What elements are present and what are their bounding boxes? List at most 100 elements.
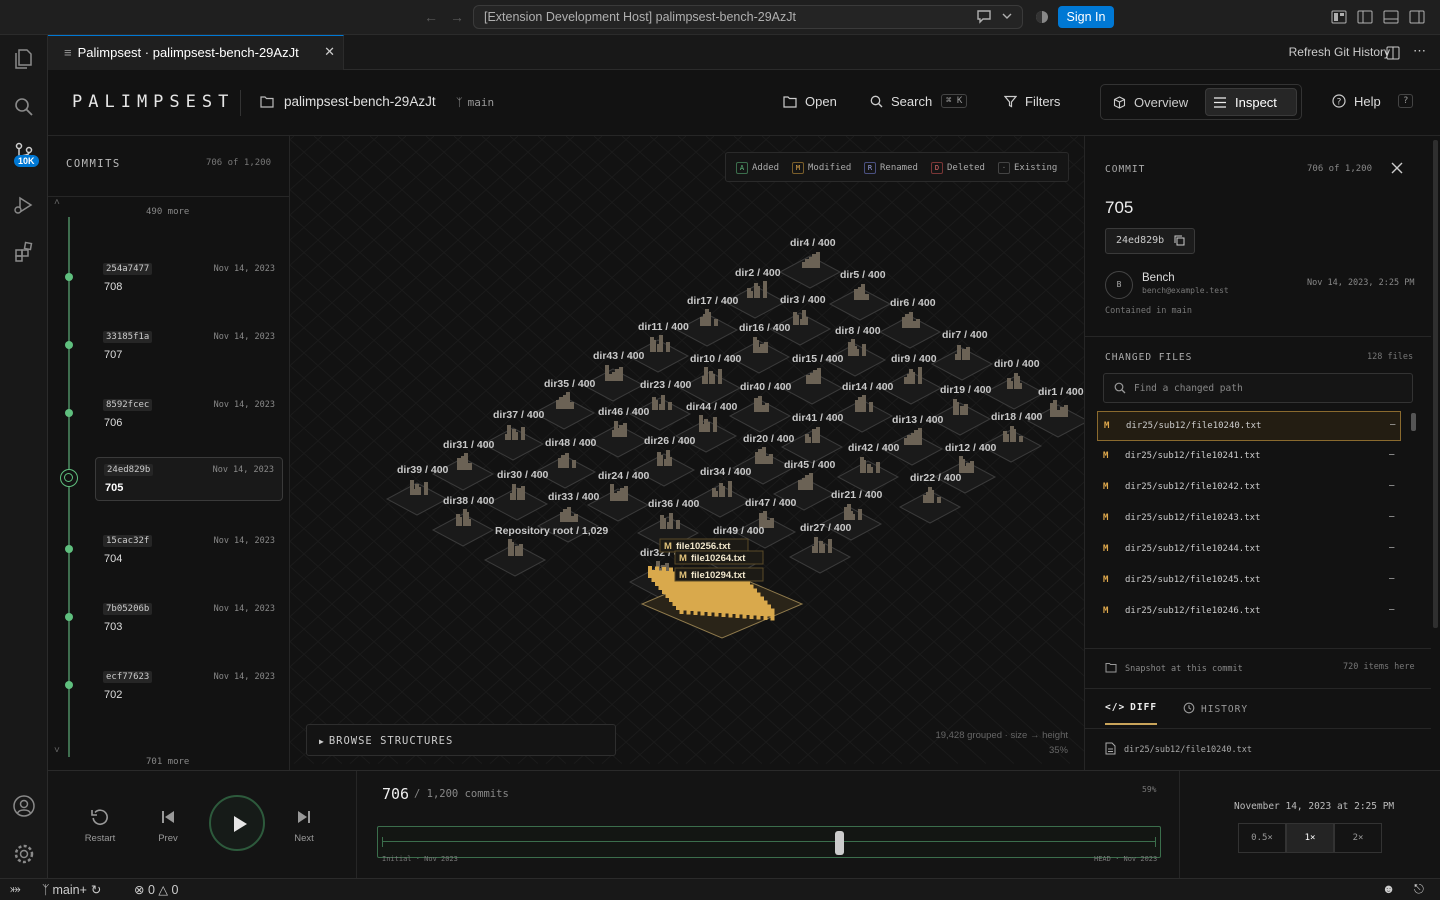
layout-panel-icon[interactable]	[1331, 10, 1347, 24]
changed-file-row-selected[interactable]: Mdir25/sub12/file10240.txt —	[1097, 411, 1401, 441]
timeline-handle[interactable]	[834, 831, 844, 855]
commit-row[interactable]: 254a7477 Nov 14, 2023 708	[95, 257, 283, 301]
explorer-icon[interactable]	[12, 47, 36, 71]
tab-diff-label: DIFF	[1130, 702, 1158, 713]
commit-row[interactable]: 33185f1a Nov 14, 2023 707	[95, 325, 283, 369]
browse-structures-button[interactable]: ▶ BROWSE STRUCTURES	[306, 724, 616, 756]
extensions-icon[interactable]	[12, 240, 36, 264]
changed-file-row[interactable]: Mdir25/sub12/file10242.txt —	[1097, 473, 1401, 503]
play-button[interactable]	[209, 795, 265, 851]
tab-palimpsest[interactable]: ≡ Palimpsest · palimpsest-bench-29AzJt ✕	[48, 35, 344, 70]
filters-button[interactable]: Filters	[1004, 94, 1060, 109]
file-column	[828, 539, 832, 553]
changed-path-search[interactable]: Find a changed path	[1103, 373, 1413, 403]
file-delta: —	[1389, 543, 1395, 553]
inspector-count: 706 of 1,200	[1307, 164, 1373, 174]
chevron-down-icon[interactable]	[1001, 8, 1013, 24]
changed-file-row[interactable]: Mdir25/sub12/file10245.txt —	[1097, 566, 1401, 596]
modified-file-column	[735, 606, 740, 618]
legend-modified: M Modified	[792, 162, 851, 174]
split-editor-icon[interactable]	[1386, 46, 1400, 60]
gear-icon[interactable]	[12, 842, 36, 866]
speed-2x[interactable]: 2×	[1334, 823, 1382, 853]
file-column	[574, 514, 578, 522]
changed-file-row[interactable]: Mdir25/sub12/file10246.txt —	[1097, 597, 1401, 627]
file-tag-name: file10264.txt	[691, 553, 746, 564]
more-actions-icon[interactable]: ⋯	[1413, 43, 1426, 59]
bell-icon[interactable]: ⎋	[1414, 882, 1424, 897]
file-column	[964, 404, 968, 415]
back-arrow-icon[interactable]: ←	[424, 9, 438, 25]
commit-row[interactable]: ecf77623 Nov 14, 2023 702	[95, 665, 283, 709]
commit-row-selected[interactable]: 24ed829b Nov 14, 2023 705	[95, 457, 283, 501]
file-column	[970, 461, 974, 473]
skip-back-icon	[162, 811, 174, 823]
commit-hash-chip[interactable]: 24ed829b	[1105, 228, 1195, 254]
file-column	[953, 399, 957, 415]
commit-date: Nov 14, 2023	[213, 672, 275, 682]
repo-name: palimpsest-bench-29AzJt	[284, 94, 436, 109]
extension-icon[interactable]	[1034, 9, 1050, 25]
forward-arrow-icon[interactable]: →	[450, 9, 464, 25]
legend-modified-label: Modified	[808, 163, 852, 173]
copilot-icon[interactable]	[975, 8, 993, 24]
structure-canvas[interactable]: dir4 / 400 dir2 / 400 dir5 / 400 dir17 / 40…	[290, 136, 1084, 770]
inspector-scrollbar[interactable]	[1433, 140, 1438, 628]
timeline-scrubber[interactable]	[377, 826, 1161, 858]
changed-file-row[interactable]: Mdir25/sub12/file10244.txt —	[1097, 535, 1401, 565]
palimpsest-webview: PALIMPSEST palimpsest-bench-29AzJt ᛉ main…	[48, 70, 1440, 879]
file-column	[719, 483, 723, 497]
file-column	[510, 493, 514, 500]
changed-file-row[interactable]: Mdir25/sub12/file10241.txt —	[1097, 442, 1401, 472]
problems-status[interactable]: ⊗ 0 △ 0	[134, 882, 178, 897]
chevron-down-icon[interactable]: ˅	[54, 745, 60, 756]
repo-selector[interactable]: palimpsest-bench-29AzJt	[260, 94, 436, 109]
file-column	[914, 430, 918, 445]
prev-button[interactable]: Prev	[143, 807, 193, 844]
close-icon[interactable]	[1391, 162, 1403, 174]
more-commits-above[interactable]: 490 more	[146, 207, 189, 217]
tab-diff[interactable]: </> DIFF	[1105, 702, 1158, 725]
copy-icon[interactable]	[1174, 235, 1185, 246]
isometric-scene[interactable]: dir4 / 400 dir2 / 400 dir5 / 400 dir17 / 40…	[290, 136, 1084, 770]
inspect-button[interactable]: Inspect	[1205, 88, 1297, 116]
directory-label: dir1 / 400	[1038, 386, 1084, 398]
toggle-panel-icon[interactable]	[1383, 10, 1399, 24]
run-debug-icon[interactable]	[12, 193, 36, 217]
speed-1x[interactable]: 1×	[1286, 823, 1334, 853]
open-button[interactable]: Open	[783, 94, 837, 109]
commit-row[interactable]: 7b05206b Nov 14, 2023 703	[95, 597, 283, 641]
copilot-status-icon[interactable]: ☻	[1382, 882, 1395, 896]
snapshot-link[interactable]: Snapshot at this commit	[1105, 662, 1243, 674]
commit-row[interactable]: 8592fcec Nov 14, 2023 706	[95, 393, 283, 437]
help-button[interactable]: ? Help	[1332, 94, 1381, 109]
changed-files-list[interactable]: Mdir25/sub12/file10240.txt — Mdir25/sub12…	[1097, 411, 1417, 629]
remote-icon[interactable]: ⤗	[10, 882, 21, 897]
speed-half[interactable]: 0.5×	[1238, 823, 1286, 853]
file-column	[456, 514, 460, 526]
refresh-git-history-button[interactable]: Refresh Git History	[1289, 45, 1390, 59]
chevron-up-icon[interactable]: ˄	[54, 197, 60, 208]
toggle-sidebar-icon[interactable]	[1357, 10, 1373, 24]
modified-file-column	[711, 600, 715, 613]
branch-status[interactable]: ᛉ main+ ↻	[42, 882, 101, 897]
file-column	[620, 488, 624, 501]
tab-history[interactable]: HISTORY	[1183, 702, 1248, 715]
command-center[interactable]: [Extension Development Host] palimpsest-…	[473, 5, 1023, 29]
restart-button[interactable]: Restart	[75, 807, 125, 844]
grid-line	[290, 136, 463, 291]
commit-row[interactable]: 15cac32f Nov 14, 2023 704	[95, 529, 283, 573]
close-icon[interactable]: ✕	[324, 44, 335, 60]
overview-button[interactable]: Overview	[1113, 95, 1188, 110]
changed-file-row[interactable]: Mdir25/sub12/file10243.txt —	[1097, 504, 1401, 534]
sign-in-button[interactable]: Sign In	[1058, 6, 1114, 28]
files-scrollbar-thumb[interactable]	[1411, 413, 1416, 431]
next-button[interactable]: Next	[279, 807, 329, 844]
commits-list[interactable]: ˄ 490 more 254a7477 Nov 14, 2023 708 33185…	[48, 196, 290, 770]
file-column	[1003, 431, 1007, 442]
accounts-icon[interactable]	[12, 794, 36, 818]
search-icon[interactable]	[12, 95, 36, 119]
search-button[interactable]: Search	[870, 94, 932, 109]
toggle-secondary-sidebar-icon[interactable]	[1409, 10, 1425, 24]
more-commits-below[interactable]: 701 more	[146, 757, 189, 767]
